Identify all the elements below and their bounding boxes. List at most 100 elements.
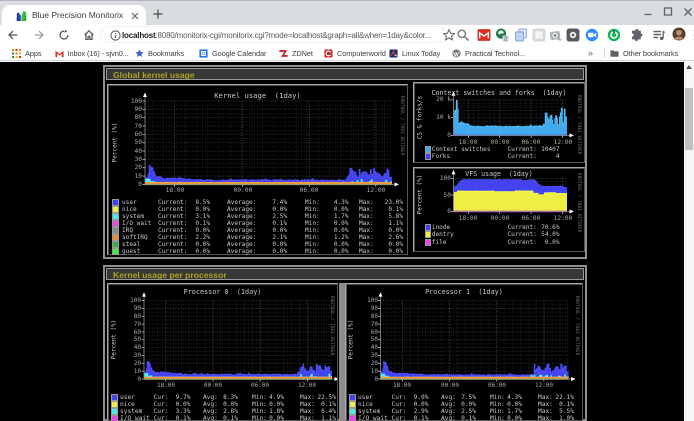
legend-value: 0.0% <box>267 241 287 248</box>
y-tick-label: 10 <box>348 368 378 375</box>
bookmark-item-apps[interactable]: Apps <box>12 47 41 59</box>
bookmark-item-practical-technology[interactable]: Practical Technol... <box>452 47 525 59</box>
x-tick-label: 06:00 <box>516 215 546 222</box>
legend-value: 2.9% <box>409 408 429 415</box>
back-button[interactable] <box>6 28 20 42</box>
x-tick-label: 06:00 <box>482 382 512 389</box>
x-tick-label: 18:00 <box>387 382 417 389</box>
legend-row-nice: niceCurrent:0.0%Average:0.0%Min:0.0%Max:… <box>108 206 407 213</box>
green-circle-extension-icon[interactable] <box>607 28 621 42</box>
legend-value: 0.0% <box>190 248 210 255</box>
legend-swatch <box>350 402 355 407</box>
x-tick-label: 00:00 <box>485 215 515 222</box>
legend-value: 1.7% <box>329 213 349 220</box>
bookmark-item-google-calendar[interactable]: 31 Google Calendar <box>199 47 266 59</box>
legend-value: 0.0% <box>190 227 210 234</box>
legend-col-label: Current: <box>508 231 537 238</box>
x-tick-label: 00:00 <box>435 382 465 389</box>
legend-value: 2.5% <box>456 408 476 415</box>
search-extension-icon[interactable] <box>456 28 470 42</box>
scrollbar-thumb[interactable] <box>685 88 693 150</box>
linuxtoday-icon <box>389 49 398 58</box>
menu-dots-icon[interactable] <box>688 28 694 42</box>
y-tick-label: 70 <box>111 321 141 328</box>
legend-value: 23.0% <box>383 199 403 206</box>
maximize-button[interactable] <box>658 1 678 23</box>
y-tick-label: 50 <box>421 192 451 199</box>
y-tick-label: 100 <box>421 175 451 182</box>
bookmark-item-inbox[interactable]: Inbox (16) - sjvn0... <box>55 47 129 59</box>
minimize-button[interactable] <box>638 1 658 23</box>
legend-swatch <box>112 395 117 400</box>
reload-button[interactable] <box>57 28 71 42</box>
bookmark-item-bookmarks[interactable]: Bookmarks <box>135 47 184 59</box>
playlist-extension-icon[interactable] <box>652 28 666 42</box>
folder-icon <box>610 49 619 58</box>
legend-col-label: Current: <box>508 239 537 246</box>
legend-swatch <box>426 232 431 237</box>
tab-title: Blue Precision Monitorix <box>32 10 123 20</box>
legend-value: 0.0% <box>456 401 476 408</box>
legend-value: 0.0% <box>329 248 349 255</box>
y-tick-label: 90 <box>111 305 141 312</box>
legend-row-user: userCurrent:8.5%Average:7.4%Min:4.3%Max:… <box>108 199 407 206</box>
legend-col-label: Max: <box>359 213 374 220</box>
bookmark-star-icon[interactable] <box>442 28 456 42</box>
legend-col-label: Cur: <box>154 415 169 421</box>
gmail-extension-icon[interactable] <box>477 28 491 42</box>
legend-col-label: Current: <box>158 234 187 241</box>
other-bookmarks-button[interactable]: Other bookmarks <box>610 47 678 59</box>
y-tick-label: 20 <box>111 360 141 367</box>
rrdtool-watermark: RRDTOOL / TOBI OETIKER <box>575 296 580 356</box>
bookmarks-overflow-chevron[interactable]: » <box>588 47 592 59</box>
legend-value: 0.0% <box>190 241 210 248</box>
camera-extension-icon[interactable] <box>549 28 563 42</box>
legend-value: 4.3% <box>502 394 522 401</box>
profile-avatar[interactable] <box>672 27 686 41</box>
legend-col-label: Current: <box>508 153 537 160</box>
legend-value: 0.0% <box>329 227 349 234</box>
y-tick-label: 70 <box>112 123 142 130</box>
window-close-button[interactable] <box>678 1 694 23</box>
legend-row-irq: IRQCurrent:0.0%Average:0.0%Min:0.0%Max:0… <box>108 227 407 234</box>
legend-value: 8.3% <box>218 394 238 401</box>
green-badge-extension-icon[interactable]: 2 <box>495 28 509 42</box>
copy-pages-extension-icon[interactable] <box>514 28 528 42</box>
legend-col-label: Current: <box>158 206 187 213</box>
legend-value: 0.1% <box>171 415 191 421</box>
legend-swatch <box>426 147 431 152</box>
y-tick-label: 60 <box>111 329 141 336</box>
scrollbar-up-arrow[interactable] <box>686 65 692 69</box>
legend-col-label: Current: <box>158 248 187 255</box>
tab-close-icon[interactable] <box>131 12 139 20</box>
legend-swatch <box>113 235 118 240</box>
legend-col-label: Max: <box>359 241 374 248</box>
chart-processor-1: Processor 1 (1day)Percent (%)01020304050… <box>345 283 583 421</box>
home-button[interactable] <box>82 28 96 42</box>
y-tick-label: 30 <box>111 352 141 359</box>
page-info-icon[interactable] <box>110 30 121 41</box>
legend-label: user <box>358 394 373 401</box>
dark-square-extension-icon[interactable] <box>566 28 580 42</box>
legend-col-label: Max: <box>300 394 315 401</box>
blue-circle-extension-icon[interactable] <box>585 28 599 42</box>
bookmark-item-computerworld[interactable]: Computerworld <box>324 47 386 59</box>
extensions-puzzle-icon[interactable] <box>630 28 644 42</box>
y-tick-label: 20 k <box>421 96 451 103</box>
forward-button[interactable] <box>32 28 46 42</box>
legend-col-label: Max: <box>300 415 315 421</box>
page-scrollbar[interactable] <box>684 62 694 421</box>
address-bar[interactable]: localhost:8080/monitorix-cgi/monitorix.c… <box>100 26 446 43</box>
legend-value: 1.8% <box>264 408 284 415</box>
gray-square-extension-icon[interactable] <box>532 28 546 42</box>
y-tick-label: 50 <box>348 336 378 343</box>
bookmark-item-zdnet[interactable]: ZDNet <box>279 47 313 59</box>
browser-tab[interactable]: Blue Precision Monitorix <box>2 5 146 26</box>
monitorix-page: Global kernel usage Kernel usage per pro… <box>0 62 694 421</box>
legend-value: 8.5% <box>190 199 210 206</box>
bookmark-item-linux-today[interactable]: Linux Today <box>389 47 440 59</box>
x-tick-label: 12:00 <box>361 187 391 194</box>
legend-row-system: systemCur:2.9%Avg:2.5%Min:1.7%Max:5.5% <box>346 408 582 415</box>
new-tab-button[interactable] <box>153 9 163 19</box>
computerworld-icon <box>324 49 333 58</box>
